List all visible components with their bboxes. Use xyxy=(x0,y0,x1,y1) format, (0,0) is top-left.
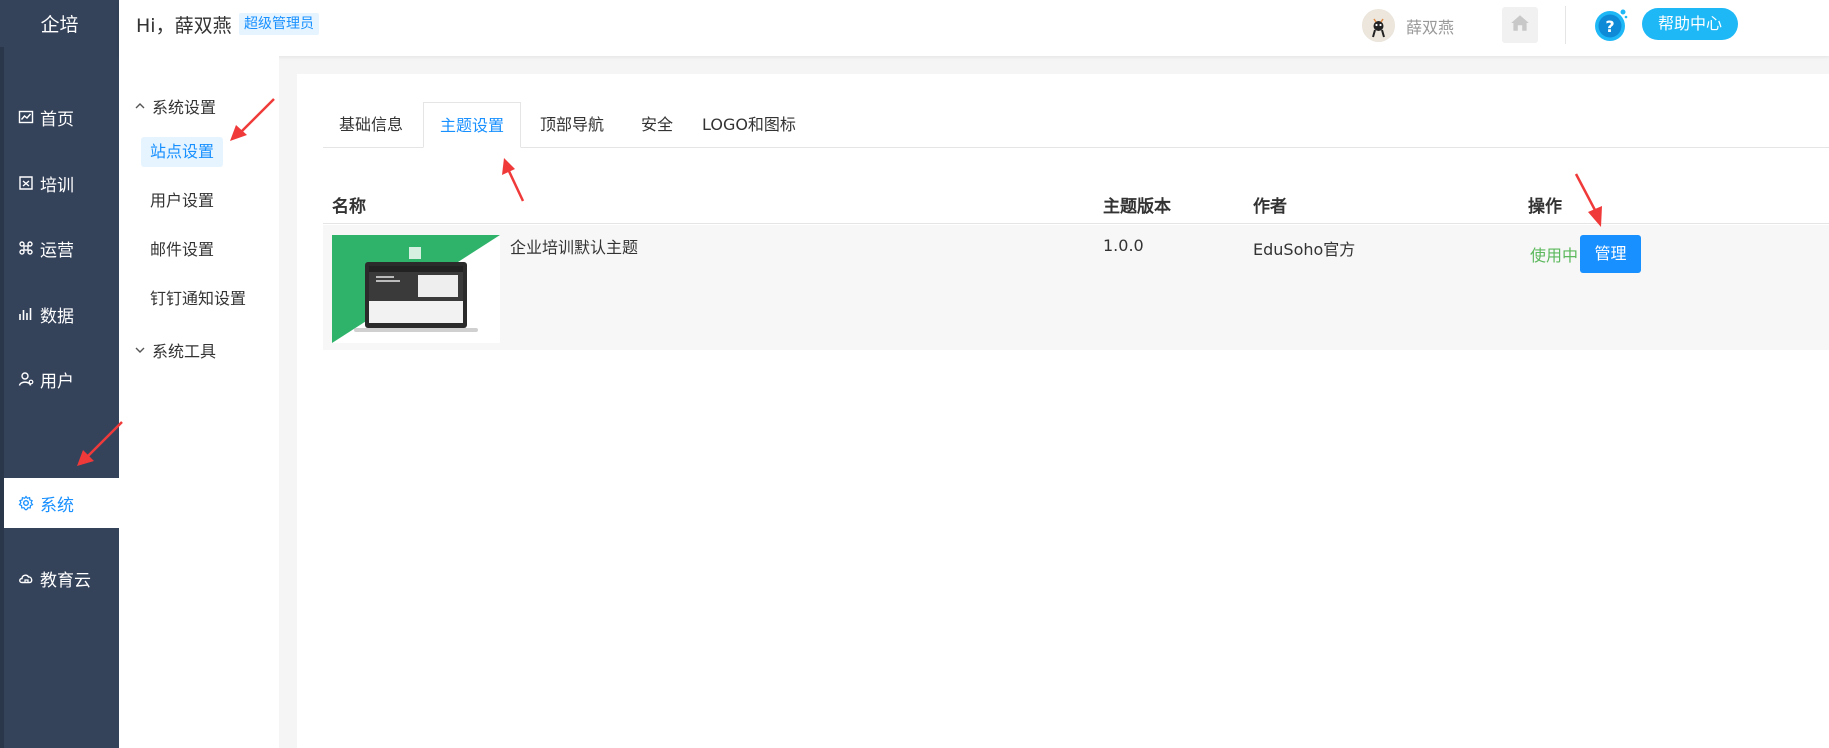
chevron-up-icon xyxy=(135,103,145,109)
header-divider xyxy=(1565,6,1566,44)
submenu-item-mail-settings[interactable]: 邮件设置 xyxy=(141,235,223,265)
tab-basic-info[interactable]: 基础信息 xyxy=(323,102,419,148)
annotation-arrow-system xyxy=(77,421,123,466)
avatar[interactable] xyxy=(1362,9,1395,42)
theme-name: 企业培训默认主题 xyxy=(510,238,639,257)
home-icon xyxy=(1509,12,1531,38)
submenu-group-label: 系统工具 xyxy=(152,342,217,361)
sidebar-item-home[interactable]: 首页 xyxy=(4,92,119,142)
sidebar-item-edu-cloud[interactable]: 教育云 xyxy=(4,553,119,603)
cloud-icon xyxy=(17,569,35,587)
data-icon xyxy=(17,305,35,323)
sidebar-item-label: 教育云 xyxy=(40,570,91,591)
home-button[interactable] xyxy=(1502,7,1538,43)
sidebar-item-training[interactable]: 培训 xyxy=(4,158,119,208)
tab-logo-icons[interactable]: LOGO和图标 xyxy=(686,102,812,148)
submenu-item-user-settings[interactable]: 用户设置 xyxy=(141,186,223,216)
sidebar-item-label: 首页 xyxy=(40,109,74,130)
sidebar-item-label: 用户 xyxy=(40,371,74,392)
theme-author: EduSoho官方 xyxy=(1253,240,1356,259)
tab-security[interactable]: 安全 xyxy=(625,102,689,148)
secondary-menu: 系统设置 站点设置 用户设置 邮件设置 钉钉通知设置 系统工具 xyxy=(119,56,279,748)
column-header-name: 名称 xyxy=(332,197,366,217)
tab-bar: 基础信息 主题设置 顶部导航 安全 LOGO和图标 xyxy=(323,102,1829,148)
theme-thumbnail xyxy=(332,235,500,343)
status-badge: 使用中 xyxy=(1530,246,1579,265)
sidebar-item-operations[interactable]: 运营 xyxy=(4,223,119,273)
column-header-author: 作者 xyxy=(1253,197,1287,217)
annotation-arrow-manage xyxy=(1574,173,1602,227)
submenu-group-system-settings[interactable]: 系统设置 xyxy=(134,94,216,118)
user-icon xyxy=(17,370,35,388)
command-icon xyxy=(17,239,35,257)
sidebar-item-data[interactable]: 数据 xyxy=(4,289,119,339)
column-header-version: 主题版本 xyxy=(1103,197,1171,217)
manage-button[interactable]: 管理 xyxy=(1580,235,1641,273)
sidebar-item-label: 数据 xyxy=(40,306,74,327)
sidebar-item-label: 培训 xyxy=(40,175,74,196)
top-header: Hi，薛双燕 超级管理员 薛双燕 ? 帮助中心 xyxy=(119,0,1829,56)
sidebar-item-label: 运营 xyxy=(40,240,74,261)
train-icon xyxy=(17,174,35,192)
sidebar-item-users[interactable]: 用户 xyxy=(4,354,119,404)
question-icon[interactable]: ? xyxy=(1593,7,1629,43)
submenu-item-dingtalk-settings[interactable]: 钉钉通知设置 xyxy=(141,284,255,314)
theme-version: 1.0.0 xyxy=(1103,236,1144,255)
role-badge: 超级管理员 xyxy=(239,13,319,35)
chart-icon xyxy=(17,108,35,126)
sidebar-item-label: 系统 xyxy=(40,495,74,516)
brand-logo[interactable]: 企培 xyxy=(0,0,119,47)
tab-theme-settings[interactable]: 主题设置 xyxy=(423,102,522,148)
annotation-arrow-theme-tab xyxy=(502,158,525,202)
annotation-arrow-site-settings xyxy=(230,98,275,141)
sidebar-item-system[interactable]: 系统 xyxy=(4,478,119,528)
submenu-item-site-settings[interactable]: 站点设置 xyxy=(141,137,224,167)
submenu-group-label: 系统设置 xyxy=(152,98,217,117)
svg-text:?: ? xyxy=(1605,17,1614,36)
tab-top-nav[interactable]: 顶部导航 xyxy=(524,102,620,148)
greeting-text: Hi，薛双燕 xyxy=(136,15,232,37)
table-row: 企业培训默认主题 1.0.0 EduSoho官方 使用中 管理 xyxy=(323,225,1829,350)
gear-icon xyxy=(17,494,35,512)
main-sidebar: 企培 首页 培训 运营 数据 用户 系统 教育云 xyxy=(0,0,119,748)
help-center-button[interactable]: 帮助中心 xyxy=(1642,8,1739,40)
submenu-group-system-tools[interactable]: 系统工具 xyxy=(134,338,216,362)
user-name[interactable]: 薛双燕 xyxy=(1406,14,1454,38)
column-header-action: 操作 xyxy=(1528,197,1562,217)
chevron-down-icon xyxy=(135,347,145,353)
